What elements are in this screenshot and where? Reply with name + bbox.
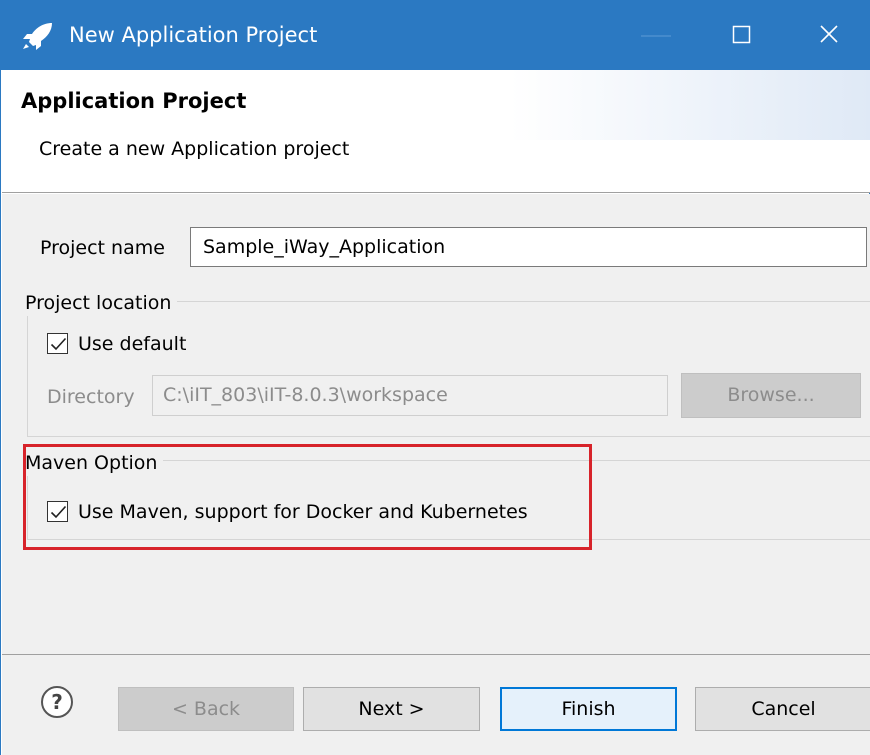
window-title: New Application Project xyxy=(69,23,318,47)
minimize-icon xyxy=(641,35,671,37)
checkmark-icon xyxy=(50,337,67,351)
close-icon xyxy=(820,25,838,43)
wizard-header: Application Project Create a new Applica… xyxy=(2,70,870,193)
maximize-button[interactable] xyxy=(699,0,785,70)
minimize-button[interactable] xyxy=(613,0,699,70)
browse-button: Browse... xyxy=(681,373,861,418)
project-name-input[interactable] xyxy=(190,227,867,267)
page-description: Create a new Application project xyxy=(39,138,350,160)
maximize-icon xyxy=(732,25,751,44)
directory-input: C:\iIT_803\iIT-8.0.3\workspace xyxy=(152,375,668,416)
page-title: Application Project xyxy=(21,89,247,113)
use-default-checkbox[interactable] xyxy=(47,333,68,354)
back-button: < Back xyxy=(118,687,294,731)
header-gradient xyxy=(510,70,870,140)
wizard-body: Project name Project location Use defaul… xyxy=(2,194,870,654)
finish-button[interactable]: Finish xyxy=(500,687,677,731)
project-location-label: Project location xyxy=(23,290,178,316)
directory-label: Directory xyxy=(47,386,135,408)
cancel-button[interactable]: Cancel xyxy=(695,687,870,731)
highlight-box xyxy=(23,444,592,550)
next-button[interactable]: Next > xyxy=(303,687,480,731)
use-default-label[interactable]: Use default xyxy=(78,331,186,357)
dialog-window: New Application Project Application Proj… xyxy=(0,0,870,755)
close-button[interactable] xyxy=(785,0,870,70)
svg-text:?: ? xyxy=(51,690,63,714)
title-bar[interactable]: New Application Project xyxy=(1,0,870,70)
project-name-label: Project name xyxy=(40,237,165,259)
rocket-icon xyxy=(21,20,55,50)
help-icon[interactable]: ? xyxy=(40,685,74,719)
button-bar: ? < Back Next > Finish Cancel xyxy=(2,654,870,755)
